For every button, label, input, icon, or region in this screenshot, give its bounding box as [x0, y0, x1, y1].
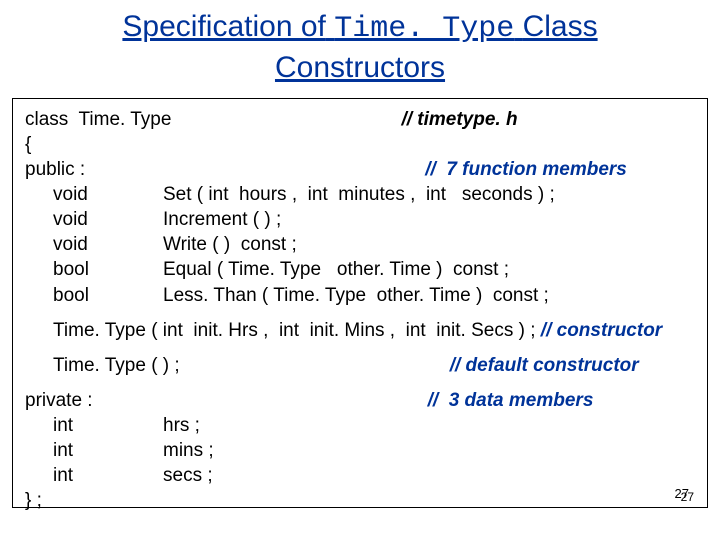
- type-bool: bool: [53, 283, 163, 308]
- header-comment: // timetype. h: [401, 109, 517, 130]
- code-line: class Time. Type // timetype. h: [25, 107, 695, 132]
- private-label: private :: [25, 390, 93, 411]
- method-equal: boolEqual ( Time. Type other. Time ) con…: [25, 257, 695, 282]
- ctor2-sig: Time. Type ( ) ;: [53, 355, 180, 376]
- sig-equal: Equal ( Time. Type other. Time ) const ;: [163, 257, 509, 282]
- sig-write: Write ( ) const ;: [163, 232, 297, 257]
- ctor1-comment: // constructor: [541, 320, 662, 341]
- method-increment: voidIncrement ( ) ;: [25, 207, 695, 232]
- ctor2-comment: // default constructor: [450, 355, 639, 376]
- private-line: private : // 3 data members: [25, 388, 695, 413]
- ctor1-sig: Time. Type ( int init. Hrs , int init. M…: [53, 320, 536, 341]
- constructor-2: Time. Type ( ) ; // default constructor: [25, 353, 695, 378]
- private-comment: // 3 data members: [428, 390, 594, 411]
- page-number-overlay: 27: [681, 490, 694, 504]
- method-write: voidWrite ( ) const ;: [25, 232, 695, 257]
- member-mins: intmins ;: [25, 438, 695, 463]
- public-label: public :: [25, 159, 85, 180]
- var-hrs: hrs ;: [163, 413, 200, 438]
- class-decl: class Time. Type: [25, 109, 171, 130]
- type-int: int: [53, 463, 163, 488]
- type-void: void: [53, 182, 163, 207]
- brace-close: } ;: [25, 488, 695, 513]
- sig-less: Less. Than ( Time. Type other. Time ) co…: [163, 283, 549, 308]
- title-mono: Time. Type: [334, 12, 514, 46]
- member-hrs: inthrs ;: [25, 413, 695, 438]
- slide-title: Specification of Time. Type Class Constr…: [0, 0, 720, 92]
- sig-inc: Increment ( ) ;: [163, 207, 281, 232]
- type-void: void: [53, 207, 163, 232]
- member-secs: intsecs ;: [25, 463, 695, 488]
- type-int: int: [53, 438, 163, 463]
- type-bool: bool: [53, 257, 163, 282]
- var-mins: mins ;: [163, 438, 214, 463]
- public-line: public : // 7 function members: [25, 157, 695, 182]
- title-part3: Constructors: [275, 51, 445, 84]
- code-box: class Time. Type // timetype. h { public …: [12, 98, 708, 508]
- brace-open: {: [25, 132, 695, 157]
- type-void: void: [53, 232, 163, 257]
- type-int: int: [53, 413, 163, 438]
- title-part2: Class: [523, 10, 598, 43]
- method-lessthan: boolLess. Than ( Time. Type other. Time …: [25, 283, 695, 308]
- constructor-1: Time. Type ( int init. Hrs , int init. M…: [25, 318, 695, 343]
- title-part1: Specification of: [122, 10, 325, 43]
- var-secs: secs ;: [163, 463, 213, 488]
- method-set: voidSet ( int hours , int minutes , int …: [25, 182, 695, 207]
- sig-set: Set ( int hours , int minutes , int seco…: [163, 182, 555, 207]
- public-comment: // 7 function members: [425, 159, 627, 180]
